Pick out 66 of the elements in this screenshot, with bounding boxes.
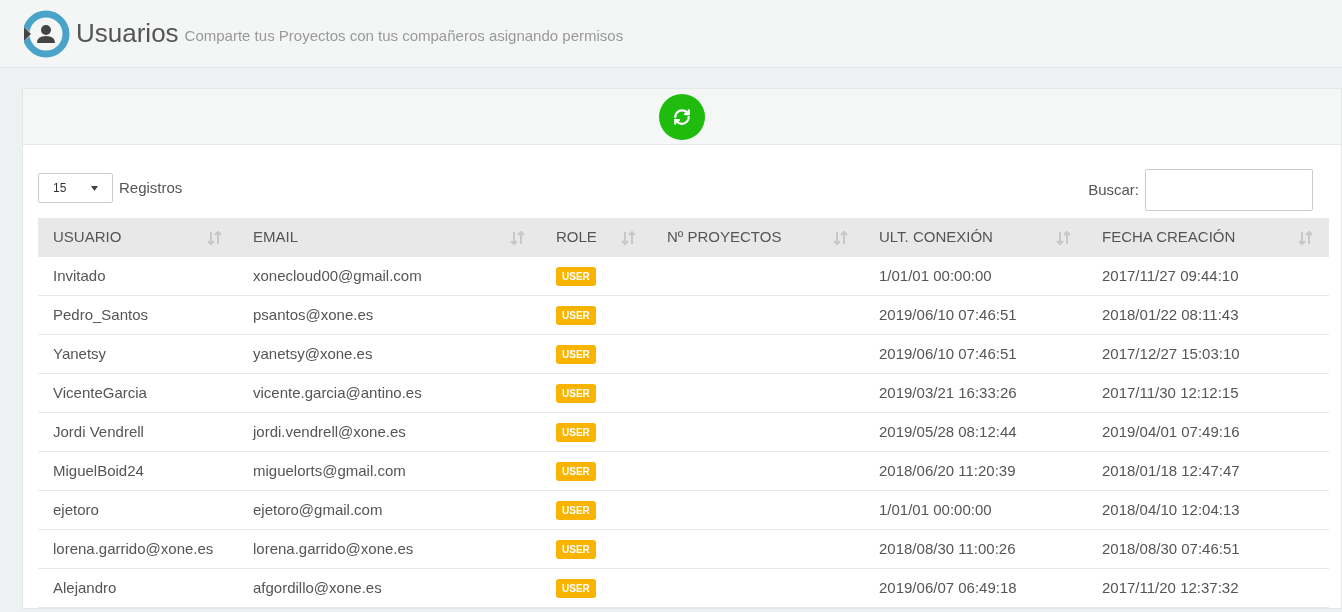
table-cell-text: 1/01/01 00:00:00 [879, 499, 992, 520]
sort-icon [207, 229, 223, 246]
sort-icon [1298, 229, 1314, 246]
role-badge: USER [556, 266, 596, 286]
role-badge: USER [556, 500, 596, 520]
records-select[interactable]: 15 [38, 173, 113, 203]
table-cell-text: ejetoro@gmail.com [253, 499, 383, 520]
table-cell-text: MiguelBoid24 [53, 460, 144, 481]
refresh-icon [673, 107, 691, 126]
role-badge: USER [556, 383, 596, 403]
caret-icon [91, 185, 98, 191]
table-cell-text: Alejandro [53, 577, 117, 598]
table-cell-text: Jordi Vendrell [53, 421, 144, 442]
table-cell-text: Pedro_Santos [53, 304, 149, 325]
column-header[interactable]: ULT. CONEXIÓN [879, 226, 993, 249]
table-cell-text: yanetsy@xone.es [253, 343, 373, 364]
table-cell-text: 2018/06/20 11:20:39 [879, 460, 1016, 481]
sort-icon [510, 229, 526, 246]
column-header[interactable]: EMAIL [253, 226, 298, 249]
table-cell-text: Yanetsy [53, 343, 107, 364]
column-header[interactable]: Nº PROYECTOS [667, 226, 782, 249]
column-header[interactable]: FECHA CREACIÓN [1102, 226, 1236, 249]
table-cell-text: 2019/05/28 08:12:44 [879, 421, 1017, 442]
page-title: Usuarios [76, 17, 179, 50]
page-subtitle: Comparte tus Proyectos con tus compañeros asignando permisos [184, 26, 624, 47]
table-cell-text: 2019/06/07 06:49:18 [879, 577, 1017, 598]
table-cell-text: 2018/08/30 11:00:26 [879, 538, 1016, 559]
table-cell-text: 2017/11/20 12:37:32 [1102, 577, 1239, 598]
column-header[interactable]: USUARIO [53, 226, 122, 249]
role-badge: USER [556, 422, 596, 442]
sort-icon [833, 229, 849, 246]
table-cell-text: jordi.vendrell@xone.es [253, 421, 406, 442]
table-cell-text: lorena.garrido@xone.es [253, 538, 414, 559]
table-cell-text: 2018/01/18 12:47:47 [1102, 460, 1240, 481]
table-cell-text: 2017/12/27 15:03:10 [1102, 343, 1240, 364]
records-label: Registros [119, 177, 183, 198]
table-cell-text: ejetoro [53, 499, 99, 520]
table-cell-text: 2018/04/10 12:04:13 [1102, 499, 1240, 520]
table-cell-text: miguelorts@gmail.com [253, 460, 406, 481]
refresh-button[interactable] [659, 93, 705, 140]
table-cell-text: 2019/06/10 07:46:51 [879, 304, 1017, 325]
table-cell-text: 2017/11/30 12:12:15 [1102, 382, 1239, 403]
table-cell-text: 2019/06/10 07:46:51 [879, 343, 1017, 364]
role-badge: USER [556, 344, 596, 364]
table-cell-text: 2019/03/21 16:33:26 [879, 382, 1017, 403]
table-cell-text: VicenteGarcia [53, 382, 147, 403]
table-cell-text: 2018/08/30 07:46:51 [1102, 538, 1240, 559]
table-cell-text: Invitado [53, 265, 106, 286]
table-cell-text: 1/01/01 00:00:00 [879, 265, 992, 286]
table-cell-text: lorena.garrido@xone.es [53, 538, 214, 559]
table-cell-text: xonecloud00@gmail.com [253, 265, 422, 286]
table-cell-text: afgordillo@xone.es [253, 577, 382, 598]
table-cell-text: vicente.garcia@antino.es [253, 382, 422, 403]
role-badge: USER [556, 305, 596, 325]
column-header[interactable]: ROLE [556, 226, 597, 249]
table-cell-text: 2017/11/27 09:44:10 [1102, 265, 1239, 286]
search-field[interactable] [1145, 169, 1313, 211]
search-label: Buscar: [1088, 179, 1139, 200]
role-badge: USER [556, 539, 596, 559]
sort-icon [621, 229, 637, 246]
sort-icon [1056, 229, 1072, 246]
table-cell-text: psantos@xone.es [253, 304, 374, 325]
table-cell-text: 2019/04/01 07:49:16 [1102, 421, 1240, 442]
table-cell-text: 2018/01/22 08:11:43 [1102, 304, 1239, 325]
role-badge: USER [556, 578, 596, 598]
role-badge: USER [556, 461, 596, 481]
